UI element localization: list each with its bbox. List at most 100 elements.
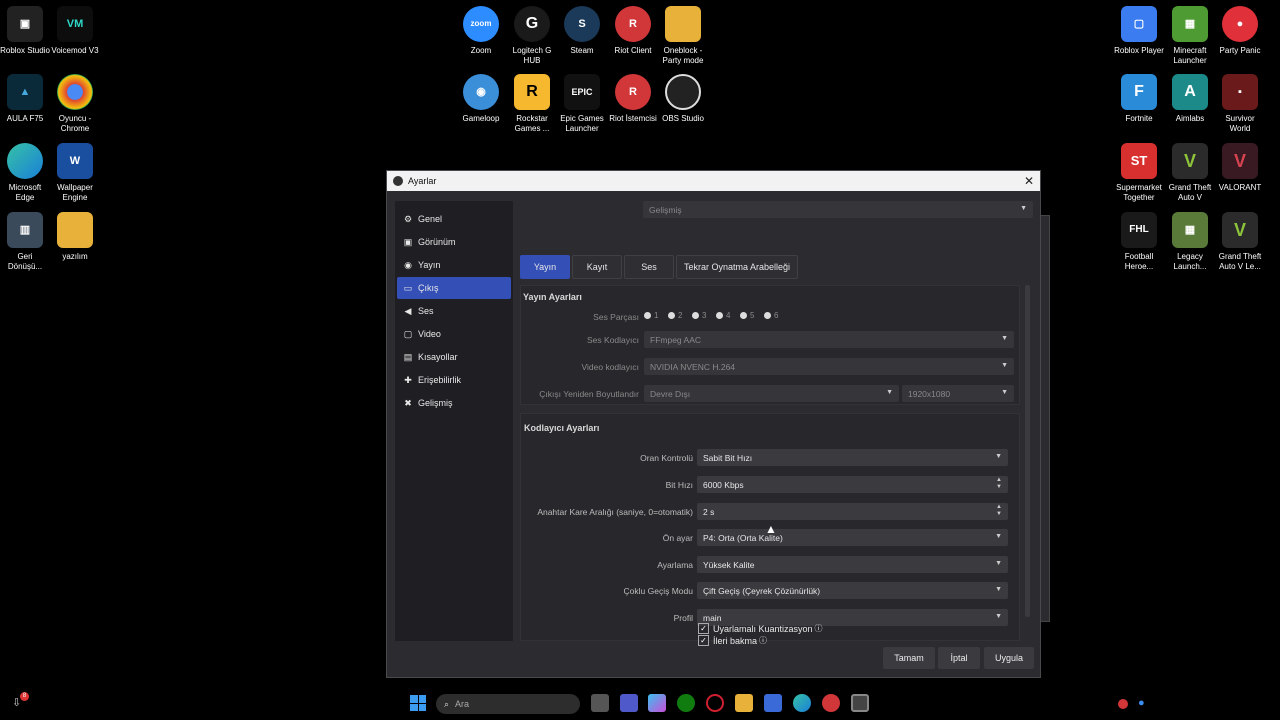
tab-replay-buffer[interactable]: Tekrar Oynatma Arabelleği — [676, 255, 798, 279]
chevron-down-icon: ▼ — [995, 453, 1002, 460]
desktop-icon-football-heroes[interactable]: FHL Football Heroe... — [1114, 212, 1164, 272]
task-view-icon[interactable] — [591, 694, 609, 712]
desktop-icon-fortnite[interactable]: F Fortnite — [1114, 74, 1164, 124]
supermarket-icon: ST — [1121, 143, 1157, 179]
keyframe-spinbox[interactable]: 2 s ▲ ▼ — [697, 503, 1008, 520]
minecraft-icon: ▦ — [1172, 6, 1208, 42]
desktop-icon-wallpaper-engine[interactable]: W Wallpaper Engine — [50, 143, 100, 203]
riot-icon[interactable] — [822, 694, 840, 712]
desktop-icon-oneblock[interactable]: Oneblock - Party mode — [658, 6, 708, 66]
sidebar-item-yayin[interactable]: ◉ Yayın — [397, 254, 511, 276]
audio-encoder-select[interactable]: FFmpeg AAC ▼ — [644, 331, 1014, 348]
start-icon[interactable] — [410, 695, 426, 711]
desktop-icon-supermarket[interactable]: ST Supermarket Together — [1114, 143, 1164, 203]
sidebar-item-genel[interactable]: ⚙ Genel — [397, 208, 511, 230]
track-radio-2[interactable]: 2 — [668, 311, 682, 320]
desktop-icon-epic[interactable]: EPIC Epic Games Launcher — [557, 74, 607, 134]
desktop-icon-roblox-player[interactable]: ▢ Roblox Player — [1114, 6, 1164, 56]
track-radio-6[interactable]: 6 — [764, 311, 778, 320]
accessibility-icon: ✚ — [404, 375, 412, 385]
desktop-icon-rockstar[interactable]: R Rockstar Games ... — [507, 74, 557, 134]
adaptive-quantization-checkbox[interactable]: ✓ Uyarlamalı Kuantizasyon ⓘ — [698, 623, 823, 634]
sidebar-item-kisayollar[interactable]: ▤ Kısayollar — [397, 346, 511, 368]
sidebar-item-cikis[interactable]: ▭ Çıkış — [397, 277, 511, 299]
desktop-icon-logitech[interactable]: G Logitech G HUB — [507, 6, 557, 66]
track-radio-4[interactable]: 4 — [716, 311, 730, 320]
ok-button[interactable]: Tamam — [883, 647, 935, 669]
desktop-icon-yazilim[interactable]: yazılım — [50, 212, 100, 262]
xbox-icon[interactable] — [677, 694, 695, 712]
help-icon[interactable]: ⓘ — [815, 623, 823, 634]
spin-arrows-icon[interactable]: ▲ ▼ — [996, 504, 1002, 518]
rescale-select[interactable]: Devre Dışı ▼ — [644, 385, 899, 402]
desktop-icon-roblox-studio[interactable]: ▣ Roblox Studio — [0, 6, 50, 56]
sidebar-item-erisebilirlik[interactable]: ✚ Erişebilirlik — [397, 369, 511, 391]
desktop-icon-steam[interactable]: S Steam — [557, 6, 607, 56]
rate-control-label: Oran Kontrolü — [640, 453, 693, 463]
tab-kayit[interactable]: Kayıt — [572, 255, 622, 279]
desktop-icon-survivor-world[interactable]: ▪ Survivor World — [1215, 74, 1265, 134]
microphone-icon[interactable]: ● — [1138, 697, 1145, 709]
check-icon: ✓ — [698, 623, 709, 634]
sidebar-item-gelismis[interactable]: ✖ Gelişmiş — [397, 392, 511, 414]
rate-control-select[interactable]: Sabit Bit Hızı ▼ — [697, 449, 1008, 466]
desktop-icon-zoom[interactable]: zoom Zoom — [456, 6, 506, 56]
teams-icon[interactable] — [620, 694, 638, 712]
close-icon[interactable]: ✕ — [1024, 174, 1034, 188]
desktop-icon-recycle-bin[interactable]: ▥ Geri Dönüşü... — [0, 212, 50, 272]
taskbar-search[interactable]: ⌕ Ara — [436, 694, 580, 714]
desktop-icon-edge[interactable]: Microsoft Edge — [0, 143, 50, 203]
spin-arrows-icon[interactable]: ▲ ▼ — [996, 477, 1002, 491]
desktop-icon-gta-v[interactable]: V Grand Theft Auto V — [1165, 143, 1215, 203]
sidebar-item-gorunum[interactable]: ▣ Görünüm — [397, 231, 511, 253]
video-encoder-label: Video kodlayıcı — [581, 362, 640, 372]
scrollbar[interactable] — [1025, 285, 1030, 617]
bitrate-spinbox[interactable]: 6000 Kbps ▲ ▼ — [697, 476, 1008, 493]
copilot-icon[interactable] — [648, 694, 666, 712]
survivor-world-icon: ▪ — [1222, 74, 1258, 110]
file-explorer-icon[interactable] — [735, 694, 753, 712]
resolution-select[interactable]: 1920x1080 ▼ — [902, 385, 1014, 402]
desktop-icon-valorant[interactable]: V VALORANT — [1215, 143, 1265, 193]
edge-icon[interactable] — [793, 694, 811, 712]
tuning-select[interactable]: Yüksek Kalite ▼ — [697, 556, 1008, 573]
obs-taskbar-icon[interactable] — [851, 694, 869, 712]
lookahead-checkbox[interactable]: ✓ İleri bakma ⓘ — [698, 635, 767, 646]
desktop-icon-aimlabs[interactable]: A Aimlabs — [1165, 74, 1215, 124]
desktop-icon-gta-v-legacy[interactable]: V Grand Theft Auto V Le... — [1215, 212, 1265, 272]
track-radio-5[interactable]: 5 — [740, 311, 754, 320]
preset-select[interactable]: P4: Orta (Orta Kalite) ▼ — [697, 529, 1008, 546]
desktop-icon-obs[interactable]: OBS Studio — [658, 74, 708, 124]
video-encoder-select[interactable]: NVIDIA NVENC H.264 ▼ — [644, 358, 1014, 375]
desktop-icon-voicemod[interactable]: VM Voicemod V3 — [50, 6, 100, 56]
output-mode-select[interactable]: Gelişmiş ▼ — [643, 201, 1033, 218]
desktop-icon-chrome[interactable]: Oyuncu - Chrome — [50, 74, 100, 134]
store-icon[interactable] — [764, 694, 782, 712]
desktop-icon-aula-f75[interactable]: ▲ AULA F75 — [0, 74, 50, 124]
apply-button[interactable]: Uygula — [984, 647, 1034, 669]
edge-icon — [7, 143, 43, 179]
bitrate-label: Bit Hızı — [665, 480, 693, 490]
opera-icon[interactable] — [706, 694, 724, 712]
aula-icon: ▲ — [7, 74, 43, 110]
tab-yayin[interactable]: Yayın — [520, 255, 570, 279]
tab-ses[interactable]: Ses — [624, 255, 674, 279]
desktop-icon-legacy-launcher[interactable]: ▦ Legacy Launch... — [1165, 212, 1215, 272]
sidebar-item-ses[interactable]: ◀ Ses — [397, 300, 511, 322]
track-radio-3[interactable]: 3 — [692, 311, 706, 320]
monitor-icon: ▢ — [403, 329, 413, 339]
desktop-icon-riot-client[interactable]: R Riot Client — [608, 6, 658, 56]
desktop-icon-party-panic[interactable]: ● Party Panic — [1215, 6, 1265, 56]
multipass-select[interactable]: Çift Geçiş (Çeyrek Çözünürlük) ▼ — [697, 582, 1008, 599]
desktop-icon-minecraft[interactable]: ▦ Minecraft Launcher — [1165, 6, 1215, 66]
help-icon[interactable]: ⓘ — [759, 635, 767, 646]
track-radio-1[interactable]: 1 — [644, 311, 658, 320]
mouse-cursor: ▲ — [765, 522, 777, 536]
logitech-icon: G — [514, 6, 550, 42]
desktop-icon-riot-istemcisi[interactable]: R Riot İstemcisi — [608, 74, 658, 124]
desktop-icon-gameloop[interactable]: ◉ Gameloop — [456, 74, 506, 124]
cancel-button[interactable]: İptal — [938, 647, 980, 669]
sidebar-item-video[interactable]: ▢ Video — [397, 323, 511, 345]
obs-icon — [665, 74, 701, 110]
tray-icon[interactable] — [1118, 699, 1128, 709]
